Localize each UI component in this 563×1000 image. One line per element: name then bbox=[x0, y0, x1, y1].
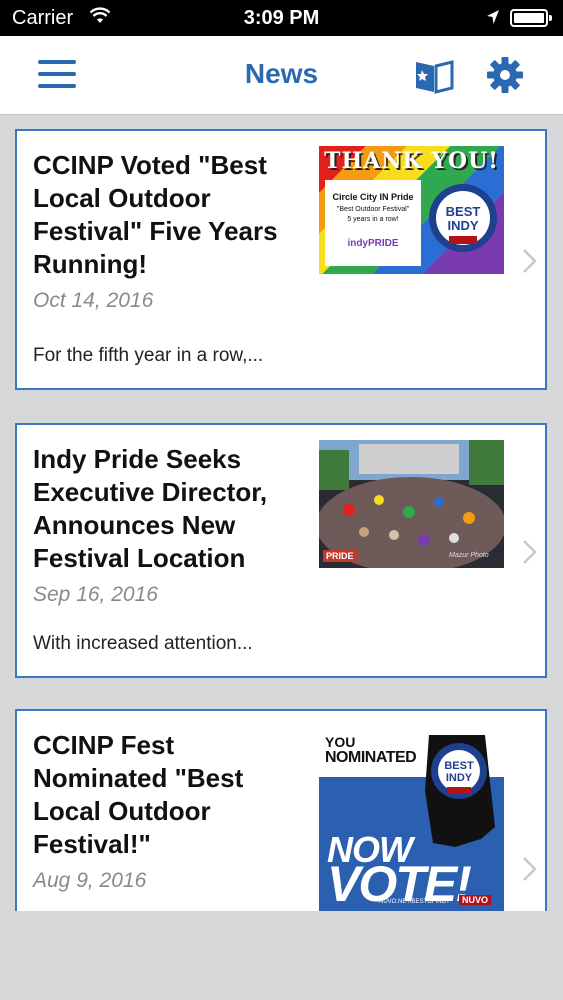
photo-credit: Mazur Photo bbox=[449, 552, 489, 559]
article-excerpt: With increased attention... bbox=[33, 633, 253, 654]
svg-text:INDY: INDY bbox=[446, 772, 473, 784]
page-title: News bbox=[244, 58, 319, 89]
article-title: CCINP Voted "Best Local Outdoor Festival… bbox=[33, 150, 278, 279]
thumb-banner: THANK YOU! bbox=[324, 148, 499, 174]
article-date: Aug 9, 2016 bbox=[33, 869, 147, 892]
thumb-panel: Circle City IN Pride "Best Outdoor Festi… bbox=[325, 180, 421, 266]
news-card[interactable]: Indy Pride Seeks Executive Director, Ann… bbox=[15, 423, 547, 678]
best-of-indy-seal: BEST INDY bbox=[429, 184, 497, 252]
article-date: Oct 14, 2016 bbox=[33, 289, 154, 312]
thumb-line: 5 years in a row! bbox=[347, 216, 399, 223]
svg-text:INDY: INDY bbox=[447, 218, 478, 233]
svg-text:BEST: BEST bbox=[446, 204, 481, 219]
location-arrow-icon bbox=[487, 10, 499, 24]
article-thumbnail: THANK YOU! Circle City IN Pride "Best Ou… bbox=[319, 146, 504, 274]
svg-text:BEST: BEST bbox=[444, 760, 474, 772]
thumb-url: NUVO.NET/BESTOFINDY bbox=[379, 899, 450, 905]
chevron-right-icon bbox=[523, 857, 537, 881]
chevron-right-icon bbox=[523, 249, 537, 273]
article-excerpt: For the fifth year in a row,... bbox=[33, 345, 264, 366]
indiana-seal-graphic: BEST INDY bbox=[425, 735, 495, 847]
news-card[interactable]: CCINP Fest Nominated "Best Local Outdoor… bbox=[15, 709, 547, 911]
chevron-right-icon bbox=[523, 540, 537, 564]
status-bar: Carrier 3:09 PM bbox=[0, 0, 563, 36]
thumb-text: YOU bbox=[325, 734, 356, 750]
indy-pride-logo: indyPRIDE bbox=[347, 238, 399, 249]
crowd-photo bbox=[319, 440, 504, 568]
article-thumbnail: YOU NOMINATED BEST INDY NOW VOTE! NUVO.N… bbox=[319, 731, 504, 911]
article-thumbnail: PRIDE Mazur Photo bbox=[319, 440, 504, 568]
nuvo-logo: NUVO bbox=[459, 895, 492, 905]
pride-badge: PRIDE bbox=[323, 550, 357, 562]
article-title: Indy Pride Seeks Executive Director, Ann… bbox=[33, 444, 268, 573]
thumb-line: Circle City IN Pride bbox=[332, 192, 414, 202]
article-date: Sep 16, 2016 bbox=[33, 583, 158, 606]
clock: 3:09 PM bbox=[243, 7, 320, 29]
thumb-text: NOMINATED bbox=[325, 749, 417, 766]
gear-icon[interactable] bbox=[486, 56, 524, 94]
battery-icon bbox=[510, 9, 552, 27]
bookmark-icon[interactable] bbox=[412, 56, 456, 96]
news-card[interactable]: CCINP Voted "Best Local Outdoor Festival… bbox=[15, 129, 547, 390]
thumb-line: "Best Outdoor Festival" bbox=[336, 206, 410, 213]
article-title: CCINP Fest Nominated "Best Local Outdoor… bbox=[33, 730, 244, 859]
nav-bar: News bbox=[0, 36, 563, 115]
